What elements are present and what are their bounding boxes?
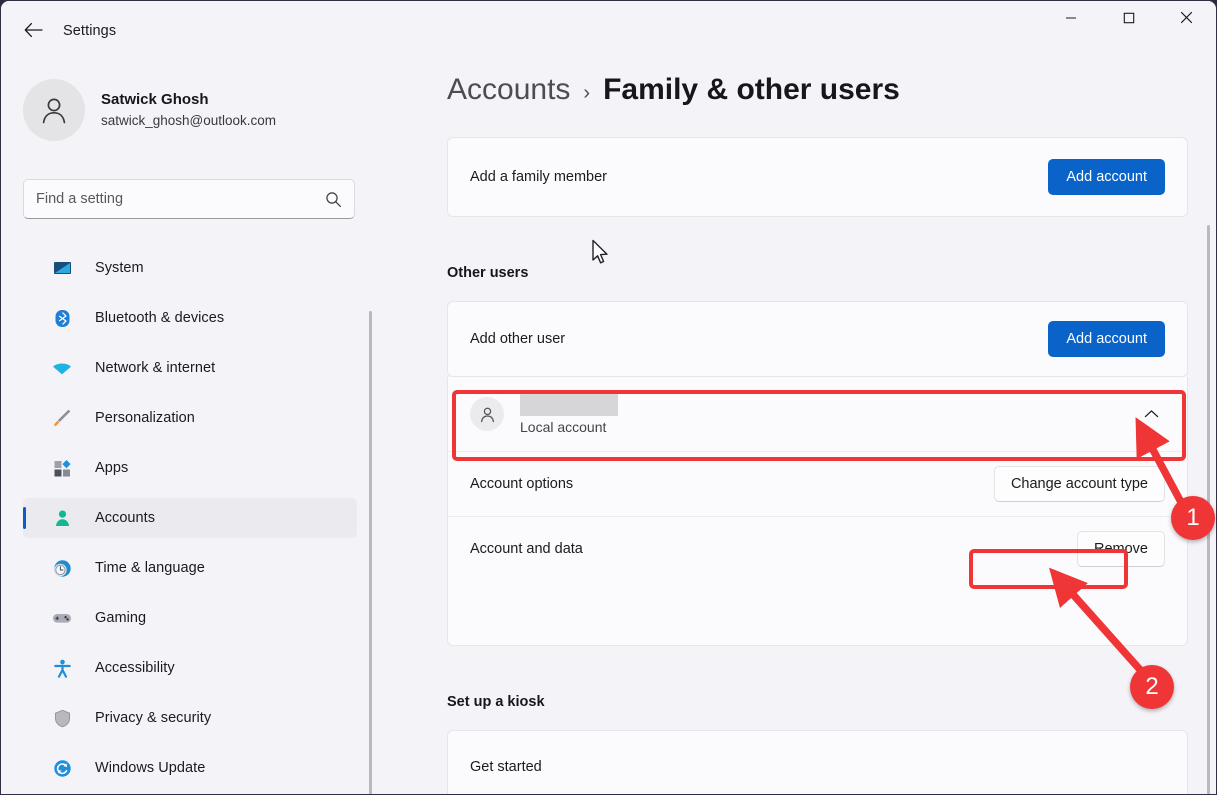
kiosk-heading: Set up a kiosk: [447, 694, 545, 710]
local-account-row[interactable]: Local account: [448, 377, 1187, 451]
minimize-button[interactable]: [1048, 1, 1094, 34]
maximize-button[interactable]: [1106, 1, 1152, 34]
paintbrush-icon: [51, 407, 73, 429]
change-account-type-button[interactable]: Change account type: [993, 466, 1165, 502]
sidebar-item-label: Accessibility: [95, 660, 175, 676]
breadcrumb-parent[interactable]: Accounts: [447, 73, 570, 107]
add-other-user-label: Add other user: [470, 331, 566, 347]
bluetooth-icon: [51, 307, 73, 329]
kiosk-card: Get started: [447, 730, 1188, 794]
sidebar-item-windows-update[interactable]: Windows Update: [23, 748, 357, 788]
close-button[interactable]: [1163, 1, 1209, 34]
sidebar-item-accessibility[interactable]: Accessibility: [23, 648, 357, 688]
back-button[interactable]: [15, 15, 51, 45]
shield-icon: [51, 707, 73, 729]
avatar: [23, 79, 85, 141]
sidebar-item-bluetooth-devices[interactable]: Bluetooth & devices: [23, 298, 357, 338]
account-options-row: Account options Change account type: [448, 451, 1187, 516]
add-family-member-card: Add a family member Add account: [447, 137, 1188, 217]
sidebar: Satwick Ghosh satwick_ghosh@outlook.com …: [1, 49, 389, 794]
local-account-card: Local account Account options Change acc…: [447, 377, 1188, 646]
page-title: Family & other users: [603, 73, 900, 106]
apps-icon: [51, 457, 73, 479]
sidebar-item-personalization[interactable]: Personalization: [23, 398, 357, 438]
breadcrumb-separator: ›: [583, 82, 591, 104]
remove-account-button[interactable]: Remove: [1077, 531, 1165, 567]
sidebar-item-gaming[interactable]: Gaming: [23, 598, 357, 638]
sidebar-item-label: Time & language: [95, 560, 205, 576]
account-options-row-inner[interactable]: Account options Change account type: [448, 452, 1187, 516]
sidebar-item-network-internet[interactable]: Network & internet: [23, 348, 357, 388]
account-and-data-row: Account and data Remove: [448, 516, 1187, 581]
add-other-user-card: Add other user Add account: [447, 301, 1188, 377]
account-avatar: [470, 397, 504, 431]
add-family-account-button[interactable]: Add account: [1048, 159, 1165, 195]
add-family-member-row[interactable]: Add a family member Add account: [448, 138, 1187, 216]
add-family-member-label: Add a family member: [470, 169, 607, 185]
back-arrow-icon: [24, 22, 43, 38]
sidebar-item-privacy-security[interactable]: Privacy & security: [23, 698, 357, 738]
person-small-icon: [480, 407, 494, 422]
kiosk-row[interactable]: Get started: [448, 731, 1187, 794]
sidebar-item-apps[interactable]: Apps: [23, 448, 357, 488]
sidebar-item-label: Windows Update: [95, 760, 206, 776]
account-and-data-row-inner[interactable]: Account and data Remove: [448, 517, 1187, 581]
app-title: Settings: [63, 23, 117, 39]
accounts-icon: [51, 507, 73, 529]
account-type-label: Local account: [520, 418, 607, 435]
sidebar-item-system[interactable]: System: [23, 248, 357, 288]
network-wifi-icon: [51, 357, 73, 379]
sidebar-item-label: Gaming: [95, 610, 147, 626]
minimize-icon: [1066, 16, 1076, 19]
update-refresh-icon: [51, 757, 73, 779]
collapse-account-button[interactable]: [1137, 400, 1165, 428]
add-other-user-row[interactable]: Add other user Add account: [448, 302, 1187, 376]
navigation-list: System Bluetooth & devices Network & int…: [23, 248, 357, 794]
profile-email: satwick_ghosh@outlook.com: [101, 113, 277, 128]
maximize-icon: [1123, 12, 1135, 23]
close-icon: [1180, 11, 1192, 24]
title-bar: Settings: [1, 1, 1216, 49]
sidebar-item-label: Network & internet: [95, 360, 216, 376]
profile-card[interactable]: Satwick Ghosh satwick_ghosh@outlook.com: [23, 73, 363, 147]
sidebar-item-label: Bluetooth & devices: [95, 310, 225, 326]
profile-name: Satwick Ghosh: [101, 91, 209, 108]
chevron-up-icon: [1144, 410, 1158, 418]
account-and-data-label: Account and data: [470, 541, 583, 557]
sidebar-item-label: Personalization: [95, 410, 195, 426]
sidebar-scrollbar[interactable]: [369, 311, 372, 794]
sidebar-item-label: Apps: [95, 460, 129, 476]
other-users-heading: Other users: [447, 265, 529, 281]
account-name-redacted: [520, 393, 618, 416]
sidebar-item-label: Accounts: [95, 510, 156, 526]
account-options-label: Account options: [470, 476, 574, 492]
search-icon: [326, 191, 341, 207]
search-box[interactable]: [23, 179, 355, 219]
person-avatar-icon: [42, 98, 66, 124]
sidebar-item-label: Privacy & security: [95, 710, 212, 726]
system-icon: [51, 257, 73, 279]
search-input[interactable]: [36, 191, 325, 207]
settings-window: Settings Satwick Ghosh satwick_ghosh@out…: [0, 0, 1217, 795]
sidebar-item-label: System: [95, 260, 144, 276]
add-other-account-button[interactable]: Add account: [1048, 321, 1165, 357]
clock-globe-icon: [51, 557, 73, 579]
sidebar-item-time-language[interactable]: Time & language: [23, 548, 357, 588]
accessibility-icon: [51, 657, 73, 679]
gamepad-icon: [51, 607, 73, 629]
sidebar-item-accounts[interactable]: Accounts: [23, 498, 357, 538]
main-scrollbar[interactable]: [1207, 225, 1210, 794]
main-content: Accounts › Family & other users Add a fa…: [389, 49, 1216, 794]
kiosk-get-started-label: Get started: [470, 759, 542, 775]
breadcrumb: Accounts › Family & other users: [447, 73, 900, 107]
